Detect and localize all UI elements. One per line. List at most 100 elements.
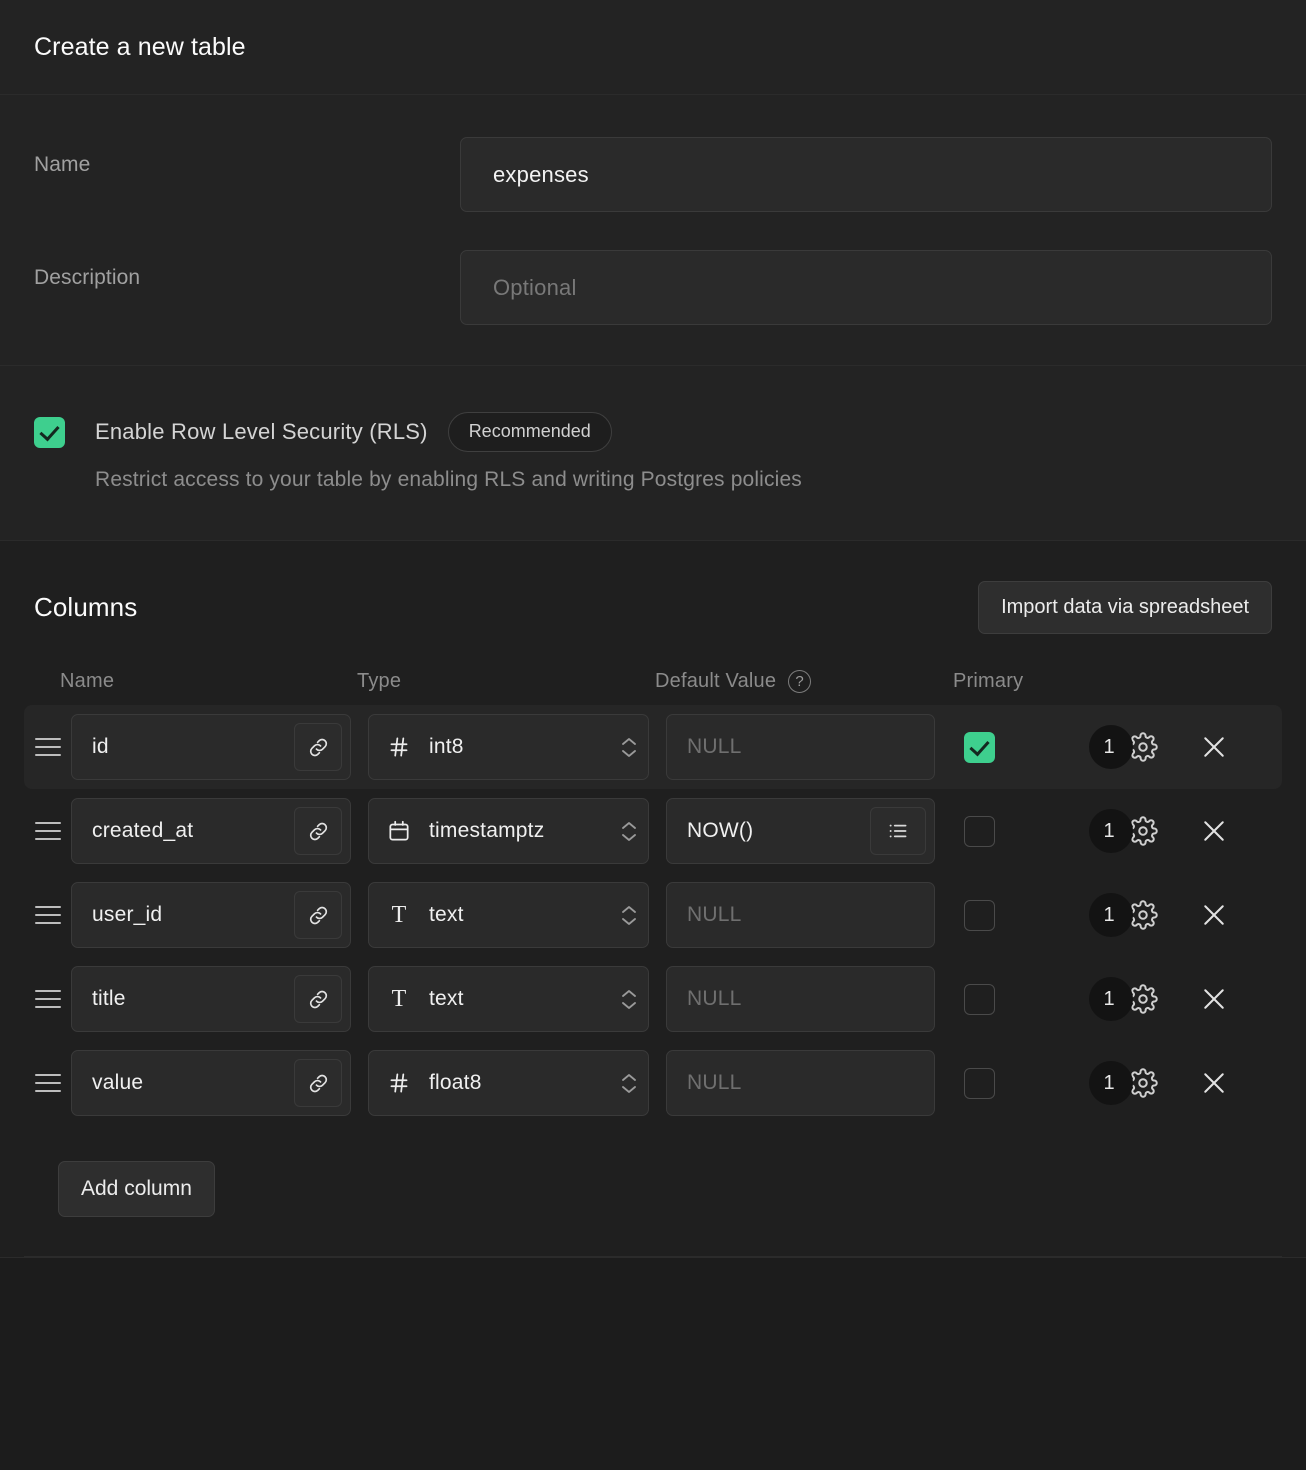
column-type-value: text (429, 987, 464, 1010)
text-icon: T (391, 902, 407, 928)
column-header-primary: Primary (953, 670, 1024, 692)
settings-count-badge: 1 (1089, 893, 1133, 937)
column-type-cell: int8 (368, 714, 666, 780)
rls-checkbox[interactable] (34, 416, 65, 448)
columns-section: Columns Import data via spreadsheet Name… (0, 541, 1306, 1258)
column-default-value: NULL (687, 735, 742, 758)
rls-toggle-row[interactable]: Enable Row Level Security (RLS) Recommen… (34, 412, 1272, 452)
column-name-cell: id (71, 714, 368, 780)
column-name-value: created_at (92, 819, 194, 842)
column-type-select[interactable]: float8 (368, 1050, 649, 1116)
settings-count-badge: 1 (1089, 977, 1133, 1021)
primary-key-checkbox[interactable] (964, 731, 995, 763)
recommended-badge: Recommended (447, 412, 612, 452)
column-type-select[interactable]: int8 (368, 714, 649, 780)
table-row: title Ttext NULL 1 (24, 957, 1282, 1041)
column-type-value: text (429, 903, 464, 926)
close-icon[interactable] (1191, 1060, 1237, 1106)
column-actions-cell: 1 (1089, 1060, 1282, 1106)
add-column-button[interactable]: Add column (58, 1161, 215, 1217)
column-name-value: title (92, 987, 126, 1010)
close-icon[interactable] (1191, 808, 1237, 854)
chevron-updown-icon (620, 1073, 638, 1094)
table-details-section: Name expenses Description Optional (0, 95, 1306, 366)
column-name-cell: value (71, 1050, 368, 1116)
column-name-input[interactable]: created_at (71, 798, 351, 864)
column-default-cell: NULL (666, 966, 964, 1032)
column-default-value: NULL (687, 987, 742, 1010)
column-type-select[interactable]: Ttext (368, 882, 649, 948)
primary-key-checkbox[interactable] (964, 815, 995, 847)
table-description-placeholder: Optional (493, 274, 577, 300)
column-default-input[interactable]: NULL (666, 966, 935, 1032)
description-row: Description Optional (34, 250, 1272, 325)
column-default-input[interactable]: NULL (666, 882, 935, 948)
drag-handle-icon[interactable] (35, 990, 71, 1008)
column-name-input[interactable]: title (71, 966, 351, 1032)
panel-footer-space (0, 1258, 1306, 1289)
column-name-input[interactable]: id (71, 714, 351, 780)
help-circle-icon[interactable]: ? (788, 670, 812, 693)
column-type-value: int8 (429, 735, 464, 758)
chevron-updown-icon (620, 989, 638, 1010)
rls-description: Restrict access to your table by enablin… (95, 468, 802, 491)
column-type-cell: Ttext (368, 882, 666, 948)
drag-handle-icon[interactable] (35, 738, 71, 756)
column-header-default-value: Default Value ? (655, 670, 953, 693)
close-icon[interactable] (1191, 724, 1237, 770)
column-default-value: NOW() (687, 819, 754, 842)
column-type-select[interactable]: Ttext (368, 966, 649, 1032)
add-column-wrap: Add column (24, 1125, 1282, 1217)
table-description-input[interactable]: Optional (460, 250, 1272, 325)
column-name-input[interactable]: value (71, 1050, 351, 1116)
column-type-value: float8 (429, 1071, 482, 1094)
column-type-select[interactable]: timestamptz (368, 798, 649, 864)
column-primary-cell (964, 983, 1089, 1015)
column-name-input[interactable]: user_id (71, 882, 351, 948)
import-spreadsheet-button[interactable]: Import data via spreadsheet (978, 581, 1272, 634)
chevron-updown-icon (620, 821, 638, 842)
column-default-input[interactable]: NULL (666, 714, 935, 780)
column-name-cell: created_at (71, 798, 368, 864)
column-header-default-value-label: Default Value (655, 670, 777, 692)
column-default-input[interactable]: NULL (666, 1050, 935, 1116)
drag-handle-icon[interactable] (35, 906, 71, 924)
column-type-cell: float8 (368, 1050, 666, 1116)
column-default-input[interactable]: NOW() (666, 798, 935, 864)
drag-handle-icon[interactable] (35, 822, 71, 840)
column-default-value: NULL (687, 1071, 742, 1094)
rls-label: Enable Row Level Security (RLS) (95, 419, 428, 444)
table-row: id int8 NULL 1 (24, 705, 1282, 789)
link-icon[interactable] (294, 975, 342, 1023)
column-name-cell: title (71, 966, 368, 1032)
drag-handle-icon[interactable] (35, 1074, 71, 1092)
list-icon[interactable] (870, 807, 926, 855)
chevron-updown-icon (620, 905, 638, 926)
column-default-value: NULL (687, 903, 742, 926)
link-icon[interactable] (294, 723, 342, 771)
column-name-value: id (92, 735, 109, 758)
link-icon[interactable] (294, 1059, 342, 1107)
column-actions-cell: 1 (1089, 808, 1282, 854)
name-label: Name (34, 153, 91, 176)
primary-key-checkbox[interactable] (964, 983, 995, 1015)
column-type-cell: Ttext (368, 966, 666, 1032)
close-icon[interactable] (1191, 892, 1237, 938)
column-header-type: Type (357, 670, 402, 692)
primary-key-checkbox[interactable] (964, 1067, 995, 1099)
section-divider (24, 1256, 1282, 1257)
link-icon[interactable] (294, 807, 342, 855)
column-name-value: value (92, 1071, 144, 1094)
column-primary-cell (964, 731, 1089, 763)
link-icon[interactable] (294, 891, 342, 939)
table-name-input[interactable]: expenses (460, 137, 1272, 212)
name-row: Name expenses (34, 137, 1272, 212)
column-primary-cell (964, 899, 1089, 931)
hash-icon (386, 734, 412, 760)
column-primary-cell (964, 815, 1089, 847)
column-default-cell: NULL (666, 882, 964, 948)
column-actions-cell: 1 (1089, 892, 1282, 938)
columns-table-header: Name Type Default Value ? Primary (24, 670, 1282, 693)
close-icon[interactable] (1191, 976, 1237, 1022)
primary-key-checkbox[interactable] (964, 899, 995, 931)
